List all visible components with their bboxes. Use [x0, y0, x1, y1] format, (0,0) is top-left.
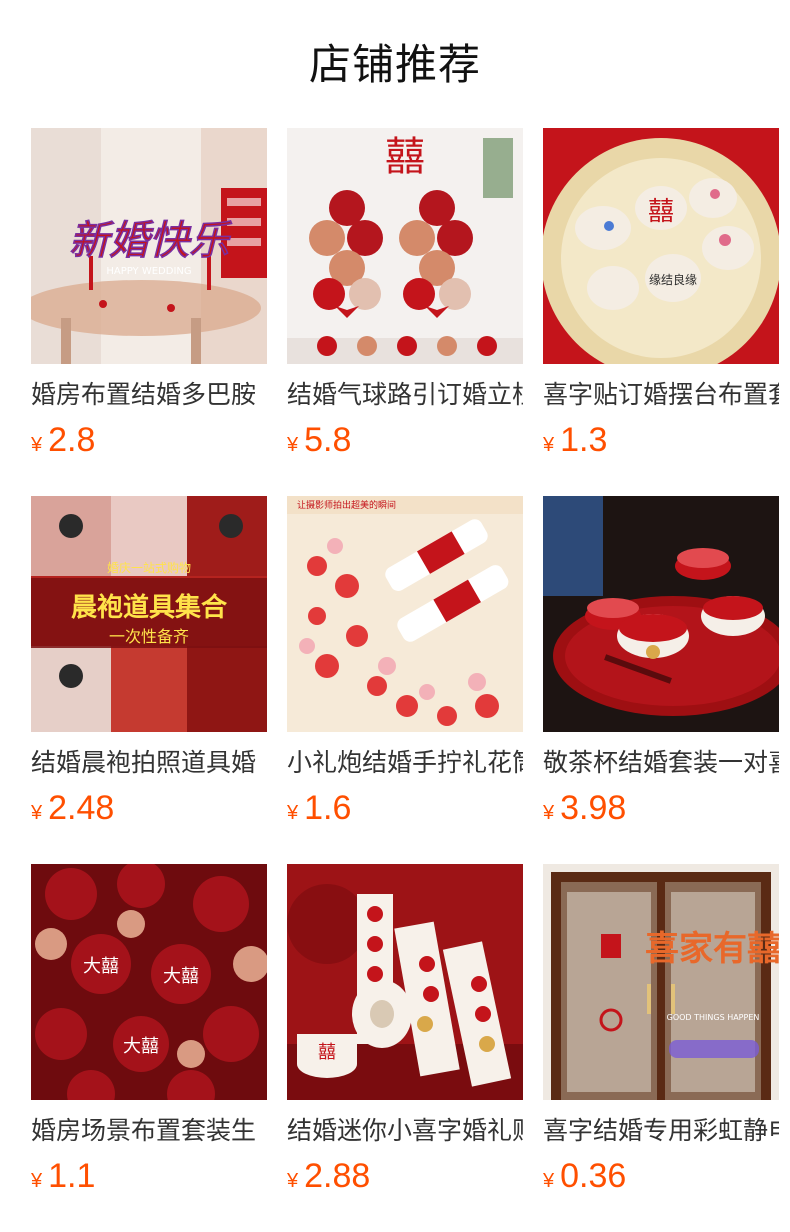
product-price: 3.98 — [560, 789, 627, 827]
product-card[interactable]: 囍 结婚迷你小喜字婚礼贴 ¥2.88 — [287, 864, 523, 1232]
product-price: 1.1 — [48, 1157, 96, 1195]
product-title[interactable]: 婚房布置结婚多巴胺 — [31, 378, 267, 412]
product-price: 1.6 — [304, 789, 352, 827]
product-price: 2.88 — [304, 1157, 371, 1195]
price-row: ¥3.98 — [543, 788, 779, 828]
balloon-text: 大囍 — [163, 966, 199, 987]
tea-cup-set-image — [543, 496, 779, 732]
product-price: 2.48 — [48, 789, 115, 827]
product-card[interactable]: 婚庆一站式购物 晨袍道具集合 一次性备齐 结婚晨袍拍照道具婚 ¥2.48 — [31, 496, 267, 864]
product-title[interactable]: 小礼炮结婚手拧礼花筒 — [287, 746, 523, 780]
currency-symbol: ¥ — [543, 802, 555, 824]
product-image[interactable]: 婚庆一站式购物 晨袍道具集合 一次性备齐 — [31, 496, 267, 732]
price-row: ¥5.8 — [287, 420, 523, 460]
product-card[interactable]: 新婚快乐 HAPPY WEDDING 婚房布置结婚多巴胺 ¥2.8 — [31, 128, 267, 496]
price-row: ¥1.1 — [31, 1156, 267, 1196]
rainbow-subheadline: GOOD THINGS HAPPEN — [667, 1013, 760, 1022]
decorated-eggs-image: 囍 缘结良缘 — [543, 128, 779, 364]
product-card[interactable]: 敬茶杯结婚套装一对喜 ¥3.98 — [543, 496, 779, 864]
product-card[interactable]: 大囍 大囍 大囍 婚房场景布置套装生 ¥1.1 — [31, 864, 267, 1232]
price-row: ¥2.88 — [287, 1156, 523, 1196]
roll-label-text: 囍 — [318, 1042, 336, 1063]
section-title: 店铺推荐 — [308, 41, 481, 88]
product-image[interactable]: 大囍 大囍 大囍 — [31, 864, 267, 1100]
product-card[interactable]: 让摄影师拍出超美的瞬间 小礼炮结婚手拧礼花筒 ¥ 1.6 — [287, 496, 523, 864]
rainbow-window-sticker-image: 喜家有囍 喜家有囍 GOOD THINGS HAPPEN — [543, 864, 779, 1100]
product-title[interactable]: 喜字结婚专用彩虹静电 — [543, 1114, 779, 1148]
balloon-text: 大囍 — [83, 956, 119, 977]
morning-robe-props-image: 婚庆一站式购物 晨袍道具集合 一次性备齐 — [31, 496, 267, 732]
banner-caption: 婚庆一站式购物 — [107, 560, 191, 575]
product-image[interactable]: 新婚快乐 HAPPY WEDDING — [31, 128, 267, 364]
product-image[interactable]: 囍 — [287, 128, 523, 364]
product-image[interactable]: 囍 — [287, 864, 523, 1100]
product-title[interactable]: 婚房场景布置套装生 — [31, 1114, 267, 1148]
rainbow-headline: 喜家有囍 — [645, 929, 779, 969]
wedding-cake-topper-image: 新婚快乐 HAPPY WEDDING — [31, 128, 267, 364]
double-happiness-text: 囍 — [385, 134, 425, 180]
price-row: ¥1.3 — [543, 420, 779, 460]
product-title[interactable]: 结婚迷你小喜字婚礼贴 — [287, 1114, 523, 1148]
product-price: 1.3 — [560, 421, 608, 459]
product-image[interactable]: 囍 缘结良缘 — [543, 128, 779, 364]
price-row: ¥2.48 — [31, 788, 267, 828]
product-card[interactable]: 囍 结婚气球路引订婚立柱 ¥ 5.8 — [287, 128, 523, 496]
product-title[interactable]: 敬茶杯结婚套装一对喜 — [543, 746, 779, 780]
price-row: ¥1.6 — [287, 788, 523, 828]
egg-blessing-text: 缘结良缘 — [649, 272, 697, 287]
product-price: 5.8 — [304, 421, 352, 459]
product-grid: 新婚快乐 HAPPY WEDDING 婚房布置结婚多巴胺 ¥2.8 囍 结婚气球… — [31, 128, 779, 1232]
product-price: 0.36 — [560, 1157, 627, 1195]
banner-headline: 晨袍道具集合 — [71, 592, 228, 623]
poster-caption: 让摄影师拍出超美的瞬间 — [297, 499, 396, 511]
product-card[interactable]: 喜家有囍 喜家有囍 GOOD THINGS HAPPEN 喜字结婚专用彩虹静电 … — [543, 864, 779, 1232]
currency-symbol: ¥ — [31, 1170, 43, 1192]
price-row: ¥0.36 — [543, 1156, 779, 1196]
cake-topper-text: 新婚快乐 — [69, 218, 232, 264]
red-balloons-image: 大囍 大囍 大囍 — [31, 864, 267, 1100]
product-title[interactable]: 结婚晨袍拍照道具婚 — [31, 746, 267, 780]
price-row: ¥2.8 — [31, 420, 267, 460]
currency-symbol: ¥ — [287, 1170, 299, 1192]
sticker-rolls-image: 囍 — [287, 864, 523, 1100]
balloon-columns-image: 囍 — [287, 128, 523, 364]
currency-symbol: ¥ — [543, 1170, 555, 1192]
cake-topper-subtext: HAPPY WEDDING — [106, 266, 191, 277]
egg-happiness-text: 囍 — [648, 197, 674, 227]
product-title[interactable]: 喜字贴订婚摆台布置套 — [543, 378, 779, 412]
product-image[interactable]: 让摄影师拍出超美的瞬间 — [287, 496, 523, 732]
currency-symbol: ¥ — [287, 802, 299, 824]
product-price: 2.8 — [48, 421, 96, 459]
currency-symbol: ¥ — [287, 434, 299, 456]
product-image[interactable]: 喜家有囍 喜家有囍 GOOD THINGS HAPPEN — [543, 864, 779, 1100]
banner-subheadline: 一次性备齐 — [109, 627, 189, 646]
currency-symbol: ¥ — [31, 434, 43, 456]
confetti-poppers-image: 让摄影师拍出超美的瞬间 — [287, 496, 523, 732]
product-card[interactable]: 囍 缘结良缘 喜字贴订婚摆台布置套 ¥1.3 — [543, 128, 779, 496]
balloon-text: 大囍 — [123, 1036, 159, 1057]
product-image[interactable] — [543, 496, 779, 732]
product-title[interactable]: 结婚气球路引订婚立柱 — [287, 378, 523, 412]
currency-symbol: ¥ — [543, 434, 555, 456]
currency-symbol: ¥ — [31, 802, 43, 824]
